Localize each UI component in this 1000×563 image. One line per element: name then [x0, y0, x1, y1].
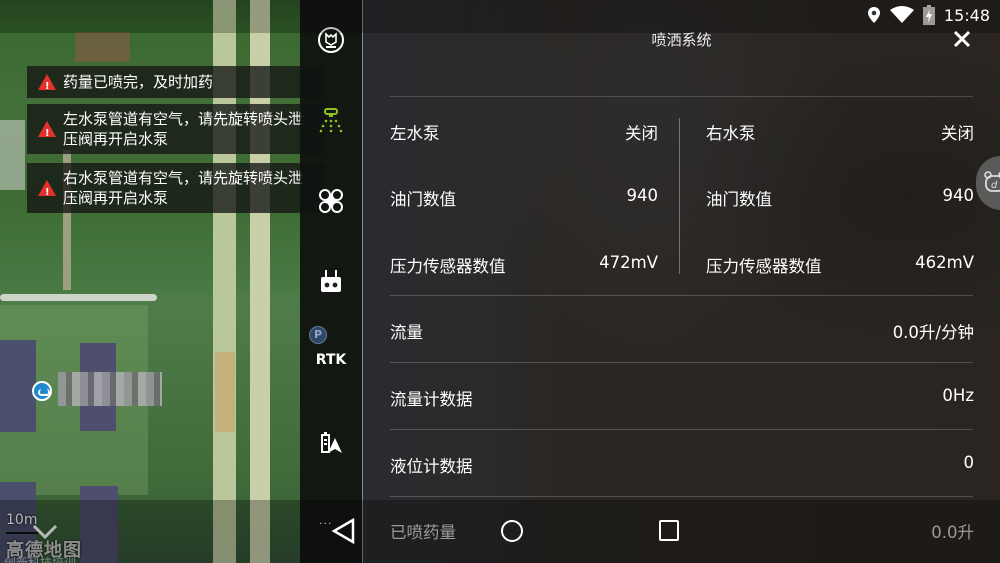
android-navbar — [0, 500, 1000, 563]
remote-controller-icon — [321, 270, 341, 292]
flow-label: 流量 — [390, 323, 423, 342]
battery-gps-icon — [321, 432, 342, 453]
map-road-label — [215, 352, 235, 432]
sprayed-amount-label: 已喷药量 — [390, 523, 456, 542]
divider — [390, 496, 973, 497]
home-icon[interactable] — [501, 520, 523, 542]
map-feature — [75, 32, 130, 62]
flowmeter-label: 流量计数据 — [390, 390, 473, 409]
back-icon[interactable] — [331, 518, 357, 544]
battery-charging-icon — [922, 5, 935, 25]
divider — [390, 295, 973, 296]
flow-value: 0.0升/分钟 — [892, 323, 974, 342]
toolbar-item-remote-controller[interactable] — [300, 266, 362, 296]
left-pressure-label: 压力传感器数值 — [390, 257, 506, 276]
toolbar-item-battery-gps[interactable] — [300, 428, 362, 458]
location-icon — [867, 7, 880, 23]
right-pressure-label: 压力传感器数值 — [706, 257, 822, 276]
left-pump-status: 关闭 — [625, 124, 658, 143]
level-gauge-label: 液位计数据 — [390, 457, 473, 476]
warning-icon — [38, 74, 56, 97]
flowmeter-value: 0Hz — [942, 386, 974, 405]
right-pump-label: 右水泵 — [706, 124, 756, 143]
svg-text:d: d — [991, 180, 998, 191]
warning-message: 药量已喷完，及时加药 — [27, 66, 325, 98]
warning-message: 左水泵管道有空气，请先旋转喷头泄压阀再开启水泵 — [27, 104, 325, 154]
right-throttle-label: 油门数值 — [706, 190, 772, 209]
toolbar-item-rtk[interactable]: RTK — [300, 352, 362, 368]
warning-icon — [38, 121, 56, 144]
warning-icon — [38, 180, 56, 203]
divider — [390, 429, 973, 430]
divider — [390, 362, 973, 363]
map-feature — [0, 340, 36, 432]
spray-system-panel — [363, 0, 1000, 563]
recents-icon[interactable] — [659, 520, 679, 541]
wifi-icon — [889, 6, 914, 23]
clock: 15:48 — [943, 5, 990, 25]
map-feature — [0, 120, 25, 190]
divider — [679, 118, 680, 274]
right-pressure-value: 462mV — [915, 253, 974, 272]
poi-marker-icon[interactable] — [32, 381, 52, 401]
toolbar-item-spray-system[interactable] — [300, 104, 362, 140]
level-gauge-value: 0 — [963, 453, 975, 472]
map-road — [0, 294, 157, 301]
warning-text: 左水泵管道有空气，请先旋转喷头泄压阀再开启水泵 — [63, 110, 304, 148]
warning-text: 药量已喷完，及时加药 — [63, 73, 214, 91]
left-pressure-value: 472mV — [599, 253, 658, 272]
close-icon[interactable] — [951, 28, 973, 50]
drone-icon — [319, 189, 343, 213]
left-throttle-label: 油门数值 — [390, 190, 456, 209]
sprayed-amount-value: 0.0升 — [931, 523, 974, 542]
toolbar-item-drone[interactable] — [300, 186, 362, 216]
warning-text: 右水泵管道有空气，请先旋转喷头泄压阀再开启水泵 — [63, 169, 304, 207]
warning-message: 右水泵管道有空气，请先旋转喷头泄压阀再开启水泵 — [27, 163, 325, 213]
divider — [390, 96, 973, 97]
map-poi-label — [58, 372, 162, 406]
panel-title: 喷洒系统 — [651, 31, 712, 49]
bear-icon: d — [984, 171, 1000, 192]
right-pump-status: 关闭 — [941, 124, 974, 143]
left-throttle-value: 940 — [626, 186, 659, 205]
left-pump-label: 左水泵 — [390, 124, 440, 143]
rtk-status-badge: P — [309, 326, 327, 344]
right-throttle-value: 940 — [942, 186, 975, 205]
spray-system-icon — [319, 108, 343, 133]
